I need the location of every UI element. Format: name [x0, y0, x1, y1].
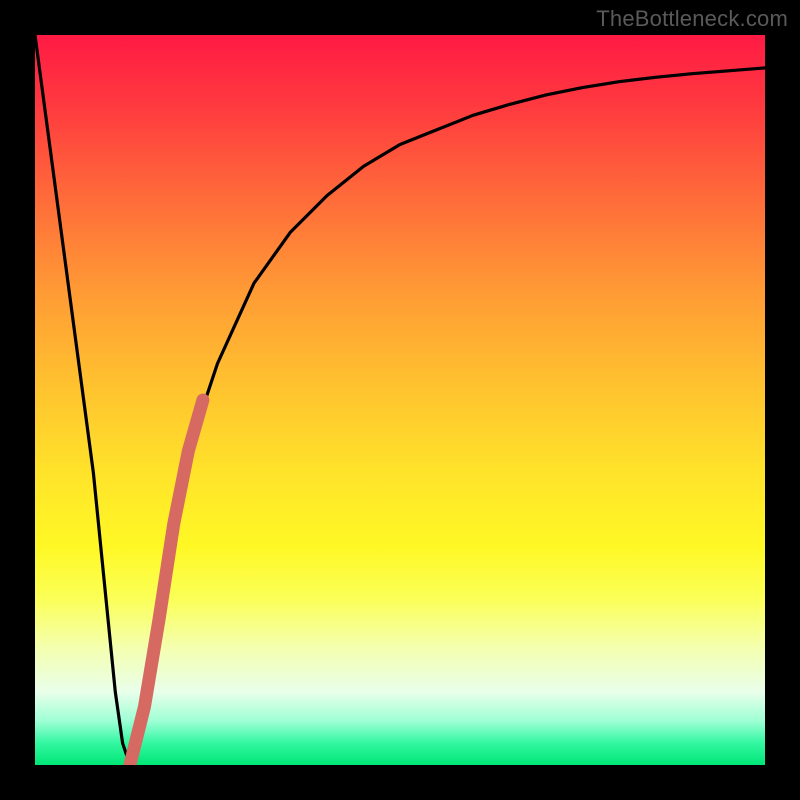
- highlight-segment: [130, 400, 203, 765]
- chart-svg: [35, 35, 765, 765]
- bottleneck-curve: [35, 35, 765, 765]
- chart-frame: TheBottleneck.com: [0, 0, 800, 800]
- plot-area: [35, 35, 765, 765]
- watermark-text: TheBottleneck.com: [596, 6, 788, 32]
